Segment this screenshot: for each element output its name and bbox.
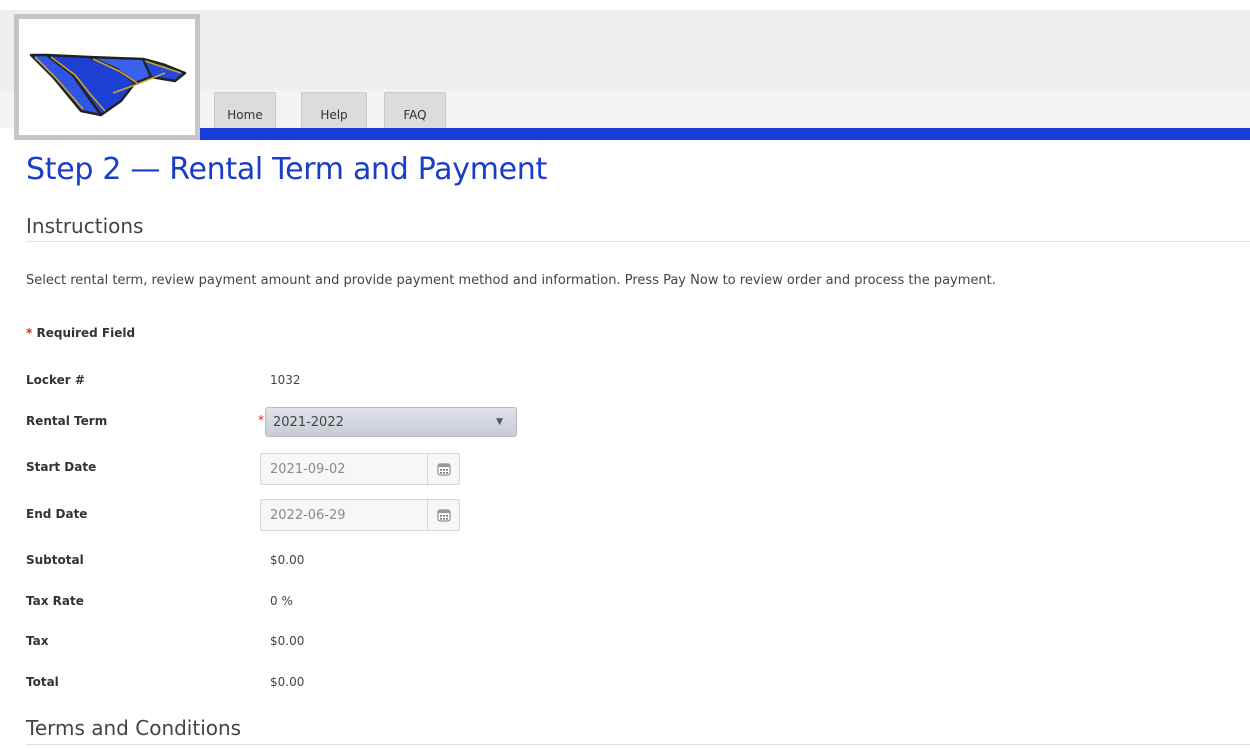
tab-help[interactable]: Help — [301, 92, 367, 128]
site-header: Home Help FAQ — [0, 0, 1250, 140]
rental-term-label: Rental Term — [26, 414, 108, 428]
required-note-label: Required Field — [36, 326, 136, 340]
start-date-field[interactable]: 2021-09-02 — [260, 453, 460, 485]
start-date-label: Start Date — [26, 460, 97, 474]
rental-term-value: 2021-2022 — [273, 414, 344, 430]
tab-faq[interactable]: FAQ — [384, 92, 446, 128]
rental-term-required-star: * — [258, 413, 264, 427]
required-field-note: * Required Field — [26, 326, 135, 340]
total-value: $0.00 — [270, 675, 305, 689]
calendar-icon — [437, 509, 450, 522]
total-label: Total — [26, 675, 59, 689]
subtotal-value: $0.00 — [270, 553, 305, 567]
end-date-field[interactable]: 2022-06-29 — [260, 499, 460, 531]
end-date-input[interactable]: 2022-06-29 — [261, 508, 427, 523]
instructions-text: Select rental term, review payment amoun… — [26, 273, 996, 288]
end-date-label: End Date — [26, 507, 88, 521]
page-title: Step 2 — Rental Term and Payment — [26, 152, 547, 187]
section-divider — [26, 744, 1250, 745]
tax-rate-value: 0 % — [270, 594, 293, 608]
start-date-picker-button[interactable] — [427, 454, 459, 484]
chevron-down-icon: ▼ — [496, 417, 503, 427]
logo[interactable] — [14, 14, 200, 140]
start-date-input[interactable]: 2021-09-02 — [261, 462, 427, 477]
end-date-picker-button[interactable] — [427, 500, 459, 530]
school-logo-icon — [29, 53, 187, 117]
locker-value: 1032 — [270, 373, 301, 387]
section-divider — [26, 241, 1250, 242]
instructions-heading: Instructions — [26, 214, 144, 238]
tax-value: $0.00 — [270, 634, 305, 648]
tax-rate-label: Tax Rate — [26, 594, 84, 608]
tax-label: Tax — [26, 634, 49, 648]
locker-label: Locker # — [26, 373, 85, 387]
required-star: * — [26, 326, 33, 340]
terms-heading: Terms and Conditions — [26, 716, 242, 740]
subtotal-label: Subtotal — [26, 553, 84, 567]
header-accent-bar — [200, 128, 1250, 140]
calendar-icon — [437, 463, 450, 476]
rental-term-select[interactable]: 2021-2022 ▼ — [265, 407, 517, 437]
tab-home[interactable]: Home — [214, 92, 276, 128]
